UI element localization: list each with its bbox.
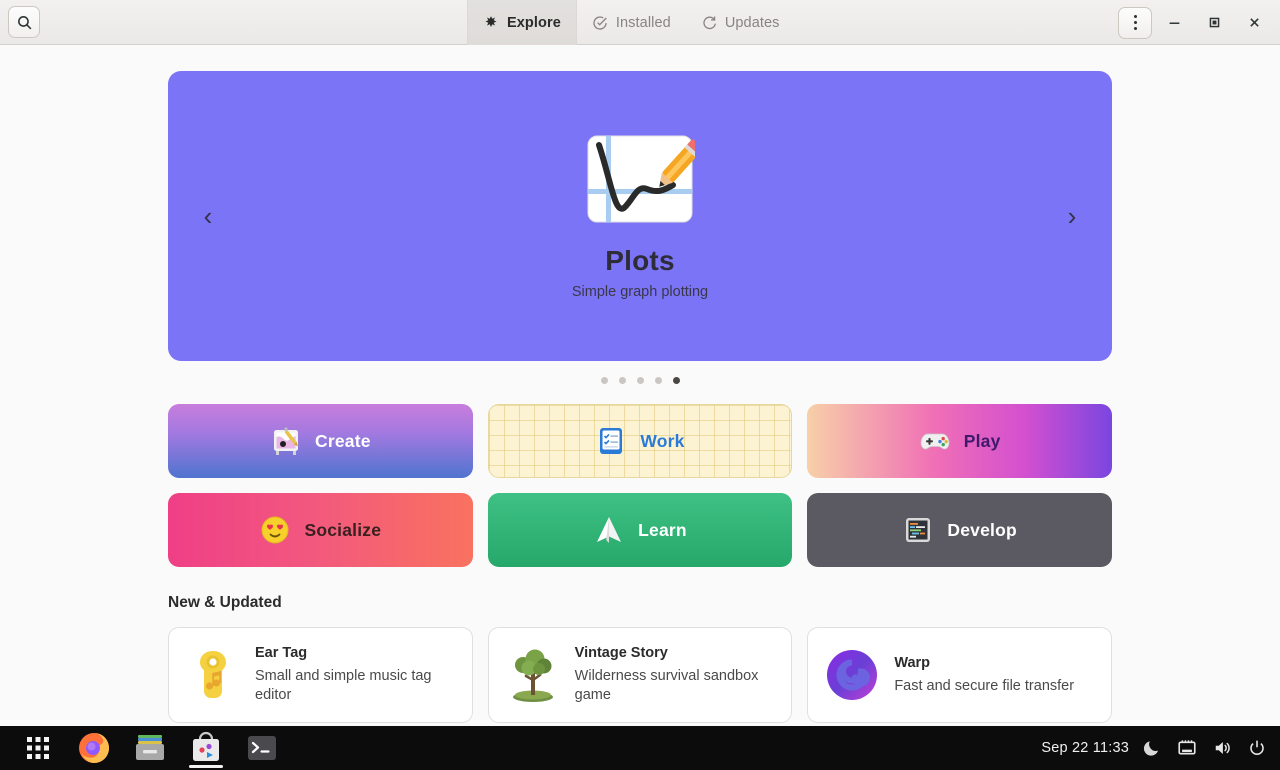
carousel-dot-2[interactable] — [618, 377, 626, 384]
software-bag-icon — [193, 731, 219, 761]
ear-tag-icon — [200, 651, 226, 698]
app-name: Warp — [894, 654, 931, 671]
tab-updates[interactable]: Updates — [686, 0, 795, 45]
tab-updates-label: Updates — [724, 14, 780, 31]
minimize-icon — [1169, 22, 1179, 24]
section-title-new-and-updated: New & Updated — [168, 594, 282, 611]
taskbar-status-area: Sep 22 11:33 — [1041, 739, 1280, 757]
app-card-ear-tag[interactable]: Ear Tag Small and simple music tag edito… — [168, 627, 473, 723]
screen: Explore Installed Updates ‹ › Plots Simp… — [0, 0, 1280, 770]
gamepad-icon — [920, 433, 950, 450]
search-icon — [17, 15, 31, 29]
carousel-dot-1[interactable] — [600, 377, 608, 384]
taskbar-terminal[interactable] — [234, 726, 290, 770]
taskbar-show-applications[interactable] — [10, 726, 66, 770]
chevron-left-icon: ‹ — [203, 201, 213, 231]
spiral-icon — [827, 650, 878, 700]
carousel-indicator — [168, 377, 1112, 387]
category-work-label: Work — [640, 430, 685, 451]
main-menu-button[interactable] — [1118, 6, 1152, 39]
close-icon — [1249, 18, 1259, 27]
app-name: Ear Tag — [255, 645, 308, 662]
carousel-dot-5[interactable] — [672, 377, 680, 384]
easel-icon — [273, 427, 298, 455]
category-create[interactable]: Create — [168, 404, 473, 478]
checklist-icon — [600, 428, 623, 454]
firefox-icon — [79, 733, 109, 763]
menu-icon — [1133, 15, 1137, 18]
taskbar-files[interactable] — [122, 726, 178, 770]
app-card-meta: Warp Fast and secure file transfer — [894, 655, 1074, 696]
new-and-updated-grid: Ear Tag Small and simple music tag edito… — [168, 627, 1112, 723]
power-icon[interactable] — [1248, 739, 1266, 757]
moon-icon[interactable] — [1143, 739, 1161, 757]
category-learn-label: Learn — [638, 519, 687, 540]
tab-installed[interactable]: Installed — [577, 0, 686, 45]
maximize-icon — [1209, 17, 1219, 28]
header-right — [1118, 0, 1272, 45]
system-tray — [1143, 739, 1266, 757]
speaker-icon[interactable] — [1213, 739, 1232, 757]
view-switcher: Explore Installed Updates — [467, 0, 795, 45]
banner-app-title: Plots — [605, 244, 675, 276]
close-button[interactable] — [1236, 3, 1272, 43]
file-manager-icon — [136, 735, 164, 760]
minimize-button[interactable] — [1156, 3, 1192, 43]
category-learn[interactable]: Learn — [487, 493, 793, 567]
header-left — [0, 6, 40, 38]
check-circle-icon — [593, 15, 607, 30]
terminal-icon — [248, 736, 276, 760]
chevron-right-icon: › — [1067, 201, 1077, 231]
taskbar-apps — [0, 726, 290, 770]
network-icon[interactable] — [1177, 739, 1197, 757]
taskbar-clock[interactable]: Sep 22 11:33 — [1041, 740, 1129, 756]
banner-app-subtitle: Simple graph plotting — [571, 283, 709, 300]
category-work[interactable]: Work — [487, 404, 793, 478]
category-develop[interactable]: Develop — [807, 493, 1112, 567]
category-create-label: Create — [314, 430, 371, 451]
tab-explore[interactable]: Explore — [467, 0, 577, 45]
app-card-meta: Ear Tag Small and simple music tag edito… — [255, 645, 456, 704]
header-bar: Explore Installed Updates — [0, 0, 1280, 45]
taskbar: Sep 22 11:33 — [0, 726, 1280, 770]
category-develop-label: Develop — [947, 519, 1017, 540]
refresh-icon — [703, 15, 716, 29]
app-card-vintage-story[interactable]: Vintage Story Wilderness survival sandbo… — [487, 627, 793, 723]
category-socialize[interactable]: Socialize — [168, 493, 473, 567]
app-description: Wilderness survival sandbox game — [574, 668, 759, 703]
app-card-meta: Vintage Story Wilderness survival sandbo… — [575, 645, 776, 704]
taskbar-software[interactable] — [178, 726, 234, 770]
tree-icon — [512, 649, 553, 702]
gnome-software-window: Explore Installed Updates ‹ › Plots Simp… — [0, 0, 1280, 726]
app-description: Small and simple music tag editor — [255, 668, 432, 703]
code-terminal-icon — [906, 518, 931, 542]
heart-eyes-emoji-icon — [261, 516, 289, 544]
featured-banner[interactable]: ‹ › Plots Simple graph plotting — [168, 71, 1112, 361]
carousel-prev-button[interactable]: ‹ — [176, 71, 240, 361]
app-description: Fast and secure file transfer — [894, 677, 1075, 694]
carousel-dot-3[interactable] — [636, 377, 644, 384]
carousel-dot-4[interactable] — [654, 377, 662, 384]
paper-plane-icon — [597, 517, 622, 543]
grid-dots-icon — [27, 737, 49, 759]
taskbar-firefox[interactable] — [66, 726, 122, 770]
category-play[interactable]: Play — [807, 404, 1112, 478]
page-inner: ‹ › Plots Simple graph plotting Create W… — [0, 71, 1280, 723]
plots-app-icon — [587, 135, 695, 222]
carousel-next-button[interactable]: › — [1040, 71, 1104, 361]
search-button[interactable] — [8, 6, 40, 38]
app-card-warp[interactable]: Warp Fast and secure file transfer — [807, 627, 1112, 723]
maximize-button[interactable] — [1196, 3, 1232, 43]
tab-installed-label: Installed — [615, 14, 671, 31]
category-socialize-label: Socialize — [304, 519, 382, 540]
category-play-label: Play — [963, 430, 1001, 451]
explore-star-icon — [485, 15, 497, 27]
explore-page: ‹ › Plots Simple graph plotting Create W… — [0, 45, 1280, 726]
category-grid: Create Work Play Socialize Learn Develop — [168, 404, 1112, 567]
app-name: Vintage Story — [574, 645, 668, 662]
tab-explore-label: Explore — [507, 14, 561, 31]
